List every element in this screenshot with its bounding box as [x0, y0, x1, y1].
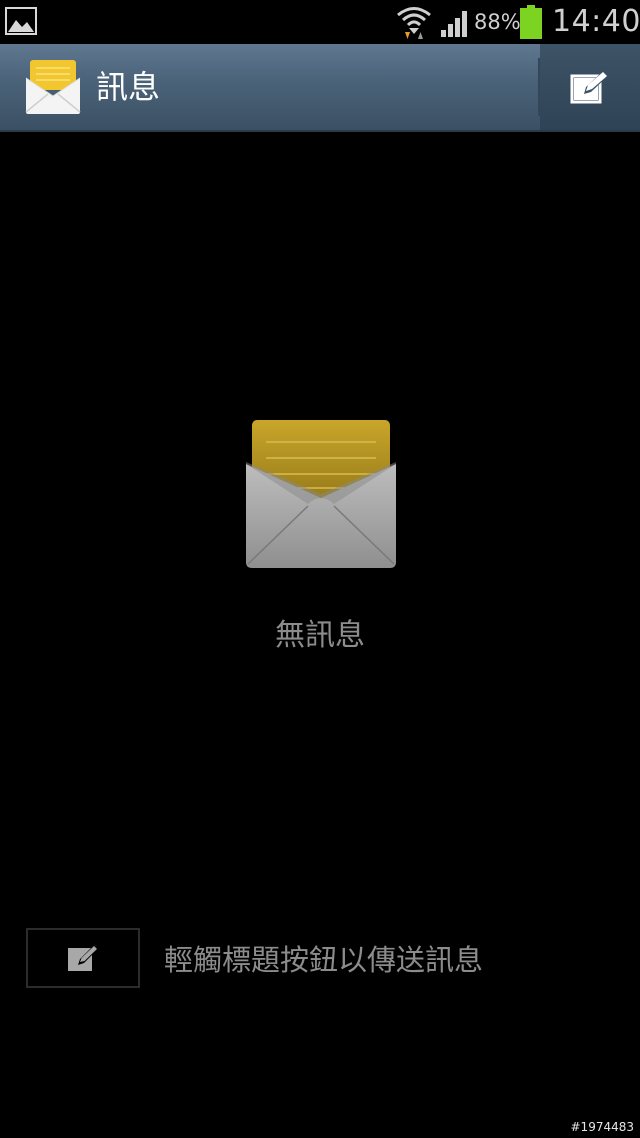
compose-hint-text: 輕觸標題按鈕以傳送訊息: [164, 943, 484, 977]
page-title: 訊息: [96, 68, 161, 106]
wifi-icon: [397, 7, 431, 39]
clock: 14:40: [552, 4, 640, 39]
status-bar: 88% 14:40: [0, 0, 640, 44]
compose-button[interactable]: [540, 44, 640, 130]
compose-icon: [570, 71, 608, 104]
battery-percent: 88%: [474, 10, 521, 34]
battery-icon: [520, 5, 542, 39]
signal-icon: [441, 11, 467, 37]
compose-hint-button[interactable]: [26, 928, 140, 988]
messages-app-icon[interactable]: [24, 58, 82, 116]
gallery-icon: [5, 7, 37, 35]
watermark: #1974483: [570, 1120, 635, 1134]
action-bar: 訊息: [0, 44, 640, 132]
empty-envelope-icon: [246, 420, 396, 568]
compose-icon: [68, 945, 98, 971]
messages-screen: 88% 14:40 訊息 無訊息 輕觸標題按鈕以傳送訊息 #1974483: [0, 0, 640, 1138]
empty-state-text: 無訊息: [275, 618, 365, 653]
